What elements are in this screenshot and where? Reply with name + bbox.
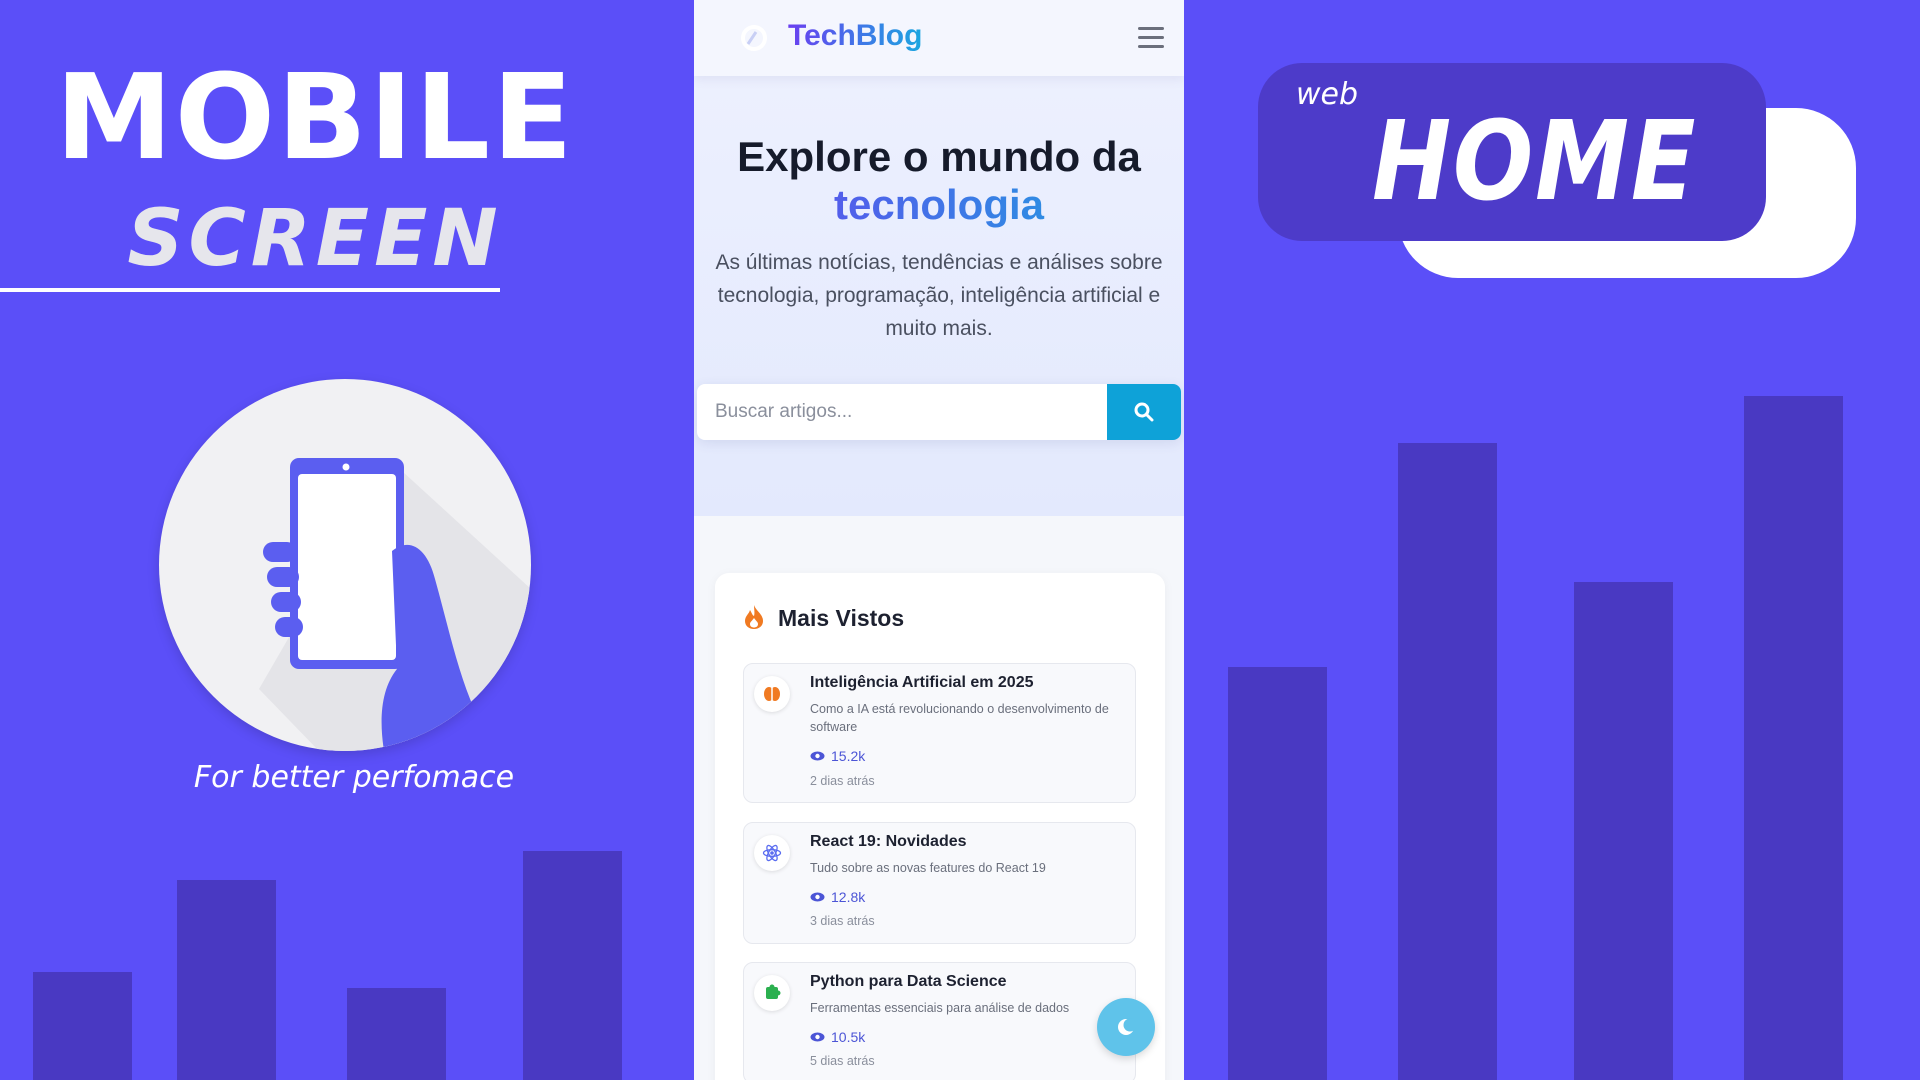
brand-name[interactable]: TechBlog bbox=[788, 19, 922, 53]
mobile-screen: TechBlog Explore o mundo da tecnologia A… bbox=[694, 0, 1184, 1080]
eye-icon bbox=[810, 892, 825, 902]
article-time: 2 dias atrás bbox=[810, 774, 875, 788]
most-viewed-panel: Mais Vistos Inteligência Artificial em 2… bbox=[715, 573, 1165, 1080]
theme-toggle-button[interactable] bbox=[1097, 998, 1155, 1056]
web-home-badge: web HOME bbox=[1258, 63, 1766, 241]
tagline: For better perfomace bbox=[193, 760, 515, 795]
fire-icon bbox=[745, 605, 763, 629]
article-title[interactable]: Python para Data Science bbox=[810, 973, 1007, 991]
search-input[interactable] bbox=[697, 384, 1107, 440]
hand-holding-phone-icon bbox=[159, 379, 531, 751]
badge-small-label: web bbox=[1296, 77, 1359, 112]
decor-bar bbox=[1398, 443, 1497, 1080]
hamburger-menu-icon[interactable] bbox=[1138, 27, 1164, 49]
article-card[interactable]: Python para Data Science Ferramentas ess… bbox=[743, 962, 1136, 1080]
views-count: 10.5k bbox=[831, 1029, 866, 1045]
puzzle-icon bbox=[754, 975, 790, 1011]
decor-bar bbox=[1574, 582, 1673, 1080]
badge-large-label: HOME bbox=[1372, 97, 1698, 225]
article-views: 15.2k bbox=[810, 748, 865, 764]
search-icon bbox=[1134, 402, 1154, 422]
views-count: 12.8k bbox=[831, 889, 866, 905]
screen-heading: SCREEN bbox=[127, 194, 503, 284]
article-card[interactable]: React 19: Novidades Tudo sobre as novas … bbox=[743, 822, 1136, 944]
brain-icon bbox=[754, 676, 790, 712]
hero-title-highlight: tecnologia bbox=[694, 181, 1184, 229]
article-card[interactable]: Inteligência Artificial em 2025 Como a I… bbox=[743, 663, 1136, 803]
article-views: 12.8k bbox=[810, 889, 865, 905]
article-time: 5 dias atrás bbox=[810, 1054, 875, 1068]
react-atom-icon bbox=[754, 835, 790, 871]
promo-left: MOBILE SCREEN For better perfomace bbox=[0, 0, 694, 1080]
article-description: Tudo sobre as novas features do React 19 bbox=[810, 861, 1046, 875]
views-count: 15.2k bbox=[831, 748, 866, 764]
eye-icon bbox=[810, 1032, 825, 1042]
most-viewed-title: Mais Vistos bbox=[778, 605, 905, 631]
article-views: 10.5k bbox=[810, 1029, 865, 1045]
article-title[interactable]: React 19: Novidades bbox=[810, 833, 967, 851]
hero-title: Explore o mundo da tecnologia bbox=[694, 133, 1184, 229]
article-description: Ferramentas essenciais para análise de d… bbox=[810, 1001, 1070, 1015]
decor-bar bbox=[1744, 396, 1843, 1080]
article-title[interactable]: Inteligência Artificial em 2025 bbox=[810, 674, 1034, 692]
hero-title-line: Explore o mundo da bbox=[737, 133, 1141, 180]
article-time: 3 dias atrás bbox=[810, 914, 875, 928]
mobile-heading: MOBILE bbox=[55, 48, 575, 186]
navbar: TechBlog bbox=[694, 0, 1184, 76]
logo-icon[interactable] bbox=[740, 24, 768, 52]
eye-icon bbox=[810, 751, 825, 761]
search-bar bbox=[697, 384, 1181, 440]
heading-underline bbox=[0, 288, 500, 292]
hero-description: As últimas notícias, tendências e anális… bbox=[715, 251, 1163, 340]
search-button[interactable] bbox=[1107, 384, 1181, 440]
decor-bar bbox=[1228, 667, 1327, 1080]
article-description: Como a IA está revolucionando o desenvol… bbox=[810, 702, 1109, 734]
moon-icon bbox=[1118, 1018, 1136, 1035]
